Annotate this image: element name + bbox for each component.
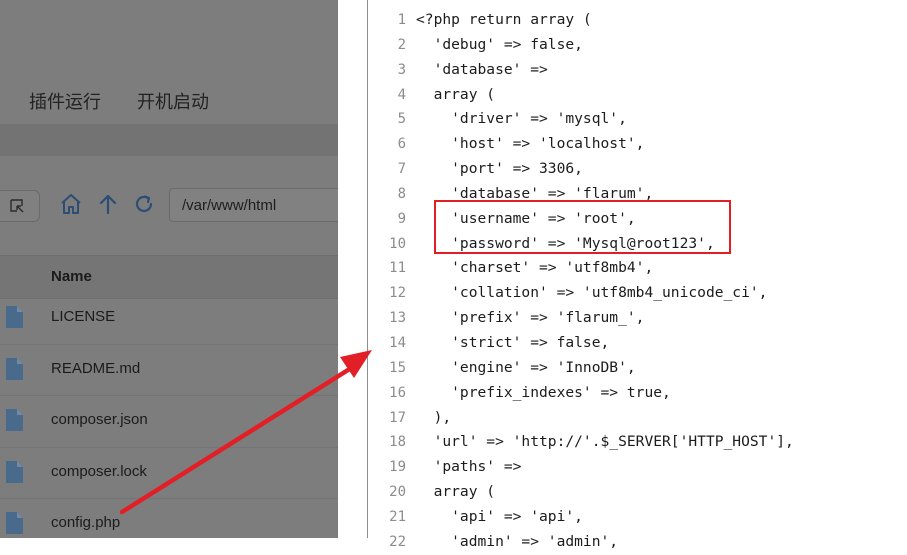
line-number: 22: [389, 533, 406, 550]
code-line: 14 'strict' => false,: [338, 331, 907, 356]
code-line: 3 'database' =>: [338, 58, 907, 83]
line-number: 12: [389, 285, 406, 302]
line-number: 16: [389, 384, 406, 401]
line-number: 10: [389, 235, 406, 252]
tab-plugin-run[interactable]: 插件运行: [29, 88, 101, 114]
file-row[interactable]: composer.json: [0, 396, 338, 448]
code-line: 18 'url' => 'http://'.$_SERVER['HTTP_HOS…: [338, 430, 907, 455]
file-name: LICENSE: [51, 308, 116, 325]
up-button[interactable]: [95, 190, 121, 218]
file-name: composer.lock: [51, 462, 147, 480]
line-number: 4: [397, 86, 406, 103]
code-text: <?php return array (: [416, 11, 592, 28]
line-number: 15: [389, 359, 406, 376]
file-icon: [6, 357, 23, 380]
code-line: 20 array (: [338, 480, 907, 505]
code-text: 'prefix' => 'flarum_',: [416, 309, 645, 327]
line-number: 17: [389, 409, 406, 426]
file-name: README.md: [51, 359, 141, 377]
divider-band: [0, 124, 338, 156]
home-button[interactable]: [58, 190, 84, 218]
refresh-button[interactable]: [131, 190, 157, 218]
code-line: 16 'prefix_indexes' => true,: [338, 381, 907, 406]
line-number: 1: [397, 12, 406, 28]
code-text: 'host' => 'localhost',: [416, 135, 645, 153]
code-text: 'debug' => false,: [416, 35, 583, 53]
line-number: 5: [397, 111, 406, 128]
line-number: 21: [389, 508, 406, 525]
line-number: 2: [397, 36, 406, 53]
code-line: 5 'driver' => 'mysql',: [338, 107, 907, 132]
line-number: 3: [397, 61, 406, 78]
code-line: 7 'port' => 3306,: [338, 157, 907, 182]
file-name: composer.json: [51, 411, 148, 428]
code-text: 'strict' => false,: [416, 333, 610, 351]
code-text: 'collation' => 'utf8mb4_unicode_ci',: [416, 284, 768, 302]
line-number: 11: [389, 260, 406, 277]
file-row[interactable]: README.md: [0, 345, 338, 396]
code-text: 'driver' => 'mysql',: [416, 110, 627, 128]
refresh-icon: [135, 195, 153, 213]
line-number: 19: [389, 459, 406, 476]
credentials-highlight-box: [434, 200, 731, 254]
code-line: 4 array (: [338, 83, 907, 108]
code-text: 'paths' =>: [416, 458, 522, 476]
code-line: 11 'charset' => 'utf8mb4',: [338, 256, 907, 281]
line-number: 13: [389, 310, 406, 327]
up-arrow-icon: [99, 194, 117, 215]
column-name-header[interactable]: Name: [51, 268, 92, 285]
code-editor[interactable]: 1 <?php return array ( 2 'debug' => false,…: [338, 0, 907, 550]
code-line: 15 'engine' => 'InnoDB',: [338, 356, 907, 381]
code-text: 'url' => 'http://'.$_SERVER['HTTP_HOST']…: [416, 433, 794, 451]
select-icon: [10, 199, 24, 213]
file-icon: [6, 460, 23, 483]
code-text: 'port' => 3306,: [416, 160, 583, 178]
line-number: 9: [397, 210, 406, 227]
select-button[interactable]: [0, 190, 40, 222]
code-line: 12 'collation' => 'utf8mb4_unicode_ci',: [338, 281, 907, 306]
line-number: 8: [397, 185, 406, 202]
code-text: 'prefix_indexes' => true,: [416, 383, 671, 401]
file-list: LICENSE README.md composer.json composer.lo…: [0, 293, 338, 538]
line-number: 14: [389, 334, 406, 351]
tab-startup[interactable]: 开机启动: [137, 88, 209, 114]
line-number: 6: [397, 136, 406, 153]
file-icon: [6, 409, 23, 431]
file-row[interactable]: composer.lock: [0, 448, 338, 499]
code-lines: 1 <?php return array ( 2 'debug' => false,…: [338, 8, 907, 555]
file-name: config.php: [51, 514, 121, 531]
home-icon: [61, 194, 81, 214]
file-toolbar: /var/www/html: [0, 178, 338, 232]
file-icon: [6, 512, 23, 534]
code-text: 'engine' => 'InnoDB',: [416, 358, 636, 376]
code-line: 21 'api' => 'api',: [338, 505, 907, 530]
code-line: 17 ),: [338, 406, 907, 431]
code-line: 2 'debug' => false,: [338, 33, 907, 58]
file-icon: [6, 306, 23, 328]
path-input[interactable]: /var/www/html: [169, 188, 338, 222]
file-row[interactable]: LICENSE: [0, 293, 338, 345]
code-text: ),: [416, 408, 452, 426]
line-number: 7: [397, 161, 406, 178]
line-number: 18: [389, 434, 406, 451]
code-text: 'admin' => 'admin',: [416, 532, 619, 550]
tab-bar: 插件运行 开机启动: [0, 72, 338, 124]
code-line: 13 'prefix' => 'flarum_',: [338, 306, 907, 331]
file-row[interactable]: config.php: [0, 499, 338, 538]
code-text: 'database' =>: [416, 60, 548, 78]
file-manager-panel: 插件运行 开机启动 /var/www/html Name LICENSE REA…: [0, 0, 338, 538]
code-text: 'charset' => 'utf8mb4',: [416, 259, 654, 277]
code-text: array (: [416, 85, 496, 103]
code-text: array (: [416, 483, 496, 501]
code-line: 6 'host' => 'localhost',: [338, 132, 907, 157]
code-line: 22 'admin' => 'admin',: [338, 530, 907, 555]
code-line: 1 <?php return array (: [338, 8, 907, 33]
code-line: 19 'paths' =>: [338, 455, 907, 480]
code-text: 'api' => 'api',: [416, 507, 583, 525]
line-number: 20: [389, 484, 406, 501]
